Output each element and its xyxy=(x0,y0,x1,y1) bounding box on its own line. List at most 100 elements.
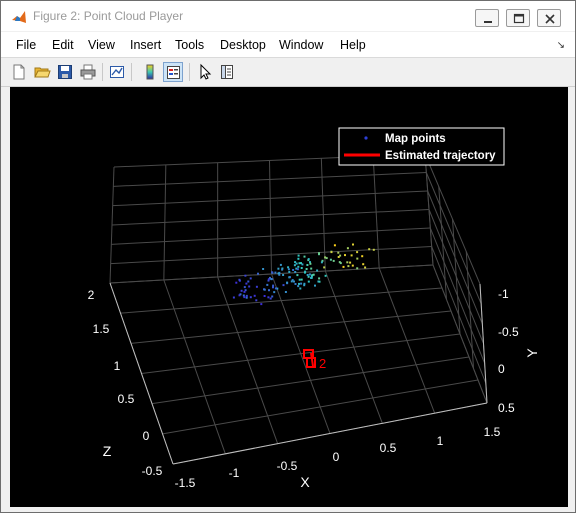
map-point xyxy=(255,285,258,288)
map-point xyxy=(307,275,310,278)
map-point xyxy=(296,274,299,277)
y-axis-label: Y xyxy=(524,348,540,358)
axes-panel[interactable]: Map points Estimated trajectory 2 2 1.5 … xyxy=(10,87,568,507)
z-tick: -0.5 xyxy=(142,464,163,478)
open-file-button[interactable] xyxy=(32,62,52,82)
z-tick: 2 xyxy=(88,288,95,302)
property-inspector-button[interactable] xyxy=(217,62,237,82)
menu-file[interactable]: File xyxy=(16,38,36,52)
property-inspector-icon xyxy=(221,65,233,79)
new-figure-button[interactable] xyxy=(9,62,29,82)
map-point xyxy=(281,268,284,271)
map-point xyxy=(306,264,309,266)
y-tick: 0 xyxy=(498,362,505,376)
map-point xyxy=(279,263,282,266)
floor-grid-line xyxy=(162,379,479,435)
menu-edit[interactable]: Edit xyxy=(52,38,74,52)
map-point xyxy=(346,247,349,250)
map-point xyxy=(300,278,303,281)
map-point xyxy=(294,271,297,273)
map-point xyxy=(267,296,270,299)
x-tick: 1 xyxy=(437,434,444,448)
map-point xyxy=(318,277,321,280)
map-point xyxy=(300,267,303,269)
map-point xyxy=(318,280,321,283)
y-tick: 0.5 xyxy=(498,401,515,415)
map-point xyxy=(244,274,247,277)
map-point xyxy=(333,244,336,247)
menu-window[interactable]: Window xyxy=(279,38,323,52)
map-point xyxy=(287,266,290,269)
map-point xyxy=(248,285,251,288)
minimize-icon xyxy=(484,21,492,23)
menu-insert[interactable]: Insert xyxy=(130,38,161,52)
map-points-layer xyxy=(232,243,375,306)
maximize-button[interactable] xyxy=(506,9,530,27)
map-point xyxy=(298,278,301,281)
map-point xyxy=(268,289,270,292)
map-point xyxy=(272,286,274,289)
map-point xyxy=(344,254,346,257)
menu-dock-arrow-icon[interactable]: ↘ xyxy=(557,40,565,51)
legend-map-points: Map points xyxy=(385,133,446,145)
map-point xyxy=(290,280,293,283)
map-point xyxy=(249,296,252,299)
legend[interactable]: Map points Estimated trajectory xyxy=(338,127,505,166)
menu-view[interactable]: View xyxy=(88,38,115,52)
map-point xyxy=(311,274,314,277)
map-point xyxy=(316,269,319,272)
map-point xyxy=(303,282,306,285)
menu-desktop[interactable]: Desktop xyxy=(220,38,266,52)
close-button[interactable] xyxy=(537,9,561,27)
save-button[interactable] xyxy=(55,62,75,82)
link-plot-button[interactable] xyxy=(107,62,127,82)
map-point xyxy=(273,291,276,294)
point-cloud-plot[interactable]: Map points Estimated trajectory 2 2 1.5 … xyxy=(10,87,568,507)
map-point xyxy=(239,293,242,296)
insert-legend-button[interactable] xyxy=(163,62,183,82)
map-point xyxy=(271,271,274,274)
map-point xyxy=(356,267,359,270)
map-point xyxy=(306,274,309,276)
map-point xyxy=(282,284,285,287)
map-point xyxy=(349,261,352,264)
map-point xyxy=(245,294,248,297)
minimize-button[interactable] xyxy=(475,9,499,27)
z-tick: 0.5 xyxy=(118,392,135,406)
menu-tools[interactable]: Tools xyxy=(175,38,204,52)
print-icon xyxy=(80,64,96,80)
insert-legend-icon xyxy=(167,66,180,79)
figure-toolbar xyxy=(1,57,575,87)
map-point xyxy=(305,268,308,270)
map-point xyxy=(277,272,280,275)
map-point xyxy=(310,267,313,270)
figure-window: Figure 2: Point Cloud Player File Edit V… xyxy=(0,0,576,513)
print-button[interactable] xyxy=(78,62,98,82)
z-axis-label: Z xyxy=(103,443,112,459)
legend-estimated-trajectory: Estimated trajectory xyxy=(385,150,496,162)
z-tick: 1.5 xyxy=(93,322,110,336)
map-point xyxy=(257,272,259,275)
x-tick: -1.5 xyxy=(175,476,196,490)
floor-grid-line xyxy=(324,270,383,424)
map-point xyxy=(286,281,289,284)
axes-grid xyxy=(109,153,488,465)
map-point xyxy=(232,296,235,299)
map-point xyxy=(300,282,303,285)
new-figure-icon xyxy=(13,64,25,80)
map-point xyxy=(303,255,306,258)
map-point xyxy=(361,255,364,258)
map-point xyxy=(297,265,300,268)
x-tick: -0.5 xyxy=(277,459,298,473)
x-tick: 0.5 xyxy=(380,441,397,455)
edit-plot-button[interactable] xyxy=(195,62,215,82)
map-point xyxy=(292,269,295,271)
map-point xyxy=(314,284,316,287)
toolbar-separator xyxy=(131,63,132,81)
map-point xyxy=(284,291,287,293)
map-point xyxy=(245,296,248,299)
menu-help[interactable]: Help xyxy=(340,38,366,52)
insert-colorbar-button[interactable] xyxy=(140,62,160,82)
toolbar-separator xyxy=(102,63,103,81)
map-point xyxy=(321,259,324,262)
